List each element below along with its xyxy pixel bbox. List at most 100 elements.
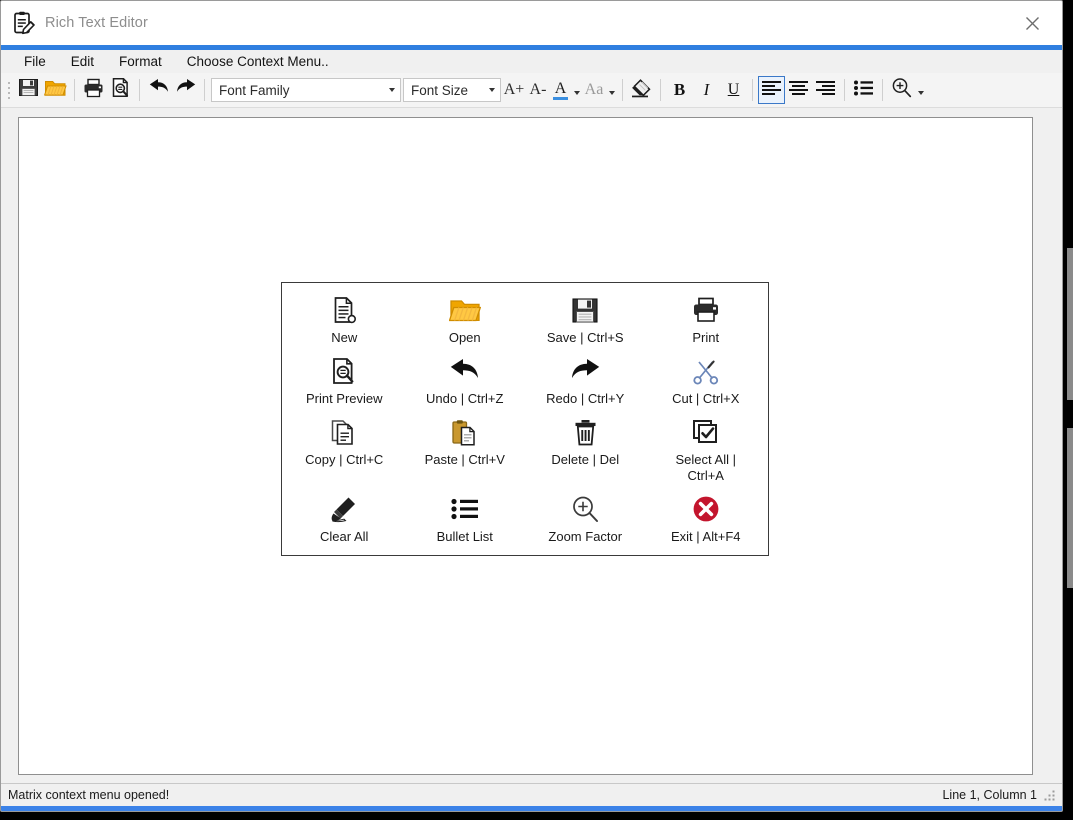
open-folder-icon <box>448 295 481 325</box>
status-bar: Matrix context menu opened! Line 1, Colu… <box>1 783 1062 806</box>
clipboard-pen-icon <box>13 11 35 35</box>
open-folder-icon <box>43 77 67 103</box>
toolbar: Font Family Font Size A+ A- A Aa B I U <box>1 73 1062 108</box>
font-family-value: Font Family <box>219 82 290 98</box>
menu-choose-context-menu[interactable]: Choose Context Menu.. <box>178 52 338 71</box>
context-menu-item-bullet-list[interactable]: Bullet List <box>405 488 526 549</box>
context-menu-label: Zoom Factor <box>548 529 623 544</box>
resize-grip-icon[interactable] <box>1043 789 1056 802</box>
undo-arrow-icon <box>449 356 481 386</box>
toolbar-separator-3 <box>204 79 205 101</box>
editor-vertical-scrollbar[interactable] <box>1037 117 1050 775</box>
toolbar-bold-button[interactable]: B <box>666 76 693 104</box>
context-menu-label: New <box>331 330 358 345</box>
zoom-in-magnifier-icon <box>571 494 599 524</box>
toolbar-redo-button[interactable] <box>172 76 199 104</box>
paste-clipboard-icon <box>451 417 479 447</box>
toolbar-zoom-button[interactable] <box>888 76 915 104</box>
chevron-down-icon[interactable] <box>383 88 400 92</box>
chevron-down-icon[interactable] <box>483 88 500 92</box>
context-menu-item-copy[interactable]: Copy | Ctrl+C <box>284 411 405 488</box>
context-menu-item-print-preview[interactable]: Print Preview <box>284 350 405 411</box>
context-menu-label: Redo | Ctrl+Y <box>546 391 625 406</box>
toolbar-separator-7 <box>844 79 845 101</box>
toolbar-open-button[interactable] <box>42 76 69 104</box>
toolbar-save-button[interactable] <box>15 76 42 104</box>
font-family-combobox[interactable]: Font Family <box>211 78 401 102</box>
context-menu-label: Exit | Alt+F4 <box>671 529 741 544</box>
menu-bar: File Edit Format Choose Context Menu.. <box>1 50 1062 73</box>
font-size-combobox[interactable]: Font Size <box>403 78 501 102</box>
context-menu-label: Cut | Ctrl+X <box>672 391 740 406</box>
desktop-band-bottom <box>0 815 660 820</box>
rich-text-editor-canvas[interactable]: New Open Save | Ctrl+S Print Print Previ… <box>18 117 1033 775</box>
scissors-icon <box>692 356 720 386</box>
context-menu-item-new[interactable]: New <box>284 289 405 350</box>
print-preview-icon <box>111 77 131 103</box>
title-bar: Rich Text Editor <box>1 1 1062 45</box>
context-menu-item-open[interactable]: Open <box>405 289 526 350</box>
close-icon[interactable] <box>1012 9 1052 37</box>
context-menu-label: Print Preview <box>305 391 383 406</box>
new-document-icon <box>332 295 357 325</box>
toolbar-font-color-button[interactable]: A <box>550 76 571 104</box>
status-message: Matrix context menu opened! <box>8 788 170 802</box>
window-title: Rich Text Editor <box>45 15 148 31</box>
editor-area: New Open Save | Ctrl+S Print Print Previ… <box>1 108 1062 783</box>
grow-font-label: A+ <box>503 81 525 98</box>
zoom-in-magnifier-icon <box>891 77 912 103</box>
context-menu-item-clear-all[interactable]: Clear All <box>284 488 405 549</box>
desktop-band-upper <box>1067 248 1073 400</box>
toolbar-bullet-list-button[interactable] <box>850 76 877 104</box>
context-menu-label: Print <box>692 330 720 345</box>
font-size-value: Font Size <box>411 82 469 98</box>
toolbar-italic-button[interactable]: I <box>693 76 720 104</box>
shrink-font-label: A- <box>529 81 547 98</box>
zoom-dropdown-caret[interactable] <box>915 76 926 104</box>
toolbar-separator-8 <box>882 79 883 101</box>
menu-edit[interactable]: Edit <box>62 52 103 71</box>
context-menu-item-paste[interactable]: Paste | Ctrl+V <box>405 411 526 488</box>
toolbar-underline-button[interactable]: U <box>720 76 747 104</box>
toolbar-undo-button[interactable] <box>145 76 172 104</box>
context-menu-label: Paste | Ctrl+V <box>424 452 505 467</box>
context-menu-label: Copy | Ctrl+C <box>305 452 384 467</box>
toolbar-shrink-font-button[interactable]: A- <box>526 76 550 104</box>
toolbar-separator-6 <box>752 79 753 101</box>
menu-format[interactable]: Format <box>110 52 171 71</box>
toolbar-print-preview-button[interactable] <box>107 76 134 104</box>
context-menu-item-undo[interactable]: Undo | Ctrl+Z <box>405 350 526 411</box>
toolbar-separator-4 <box>622 79 623 101</box>
context-menu-item-print[interactable]: Print <box>646 289 767 350</box>
redo-arrow-icon <box>175 78 197 102</box>
menu-file[interactable]: File <box>15 52 55 71</box>
context-menu-item-zoom-factor[interactable]: Zoom Factor <box>525 488 646 549</box>
redo-arrow-icon <box>569 356 601 386</box>
context-menu-label: Delete | Del <box>551 452 620 467</box>
toolbar-grow-font-button[interactable]: A+ <box>502 76 526 104</box>
toolbar-print-button[interactable] <box>80 76 107 104</box>
print-icon <box>692 295 720 325</box>
toolbar-align-right-button[interactable] <box>812 76 839 104</box>
underline-label: U <box>727 81 740 98</box>
font-color-dropdown-caret[interactable] <box>571 76 582 104</box>
context-menu-label: Open <box>448 330 481 345</box>
copy-pages-icon <box>330 417 358 447</box>
context-menu-item-cut[interactable]: Cut | Ctrl+X <box>646 350 767 411</box>
text-case-dropdown-caret[interactable] <box>606 76 617 104</box>
context-menu-item-save[interactable]: Save | Ctrl+S <box>525 289 646 350</box>
toolbar-text-case-button[interactable]: Aa <box>582 76 606 104</box>
context-menu-item-exit[interactable]: Exit | Alt+F4 <box>646 488 767 549</box>
toolbar-drag-handle[interactable] <box>4 79 13 101</box>
context-menu-item-redo[interactable]: Redo | Ctrl+Y <box>525 350 646 411</box>
context-menu-item-select-all[interactable]: Select All | Ctrl+A <box>646 411 767 488</box>
matrix-context-menu: New Open Save | Ctrl+S Print Print Previ… <box>281 282 769 556</box>
toolbar-align-left-button[interactable] <box>758 76 785 104</box>
toolbar-align-center-button[interactable] <box>785 76 812 104</box>
toolbar-separator-5 <box>660 79 661 101</box>
context-menu-label: Save | Ctrl+S <box>546 330 624 345</box>
align-left-icon <box>762 80 781 101</box>
toolbar-clear-format-button[interactable] <box>628 76 655 104</box>
context-menu-item-delete[interactable]: Delete | Del <box>525 411 646 488</box>
font-color-icon: A <box>553 80 568 100</box>
